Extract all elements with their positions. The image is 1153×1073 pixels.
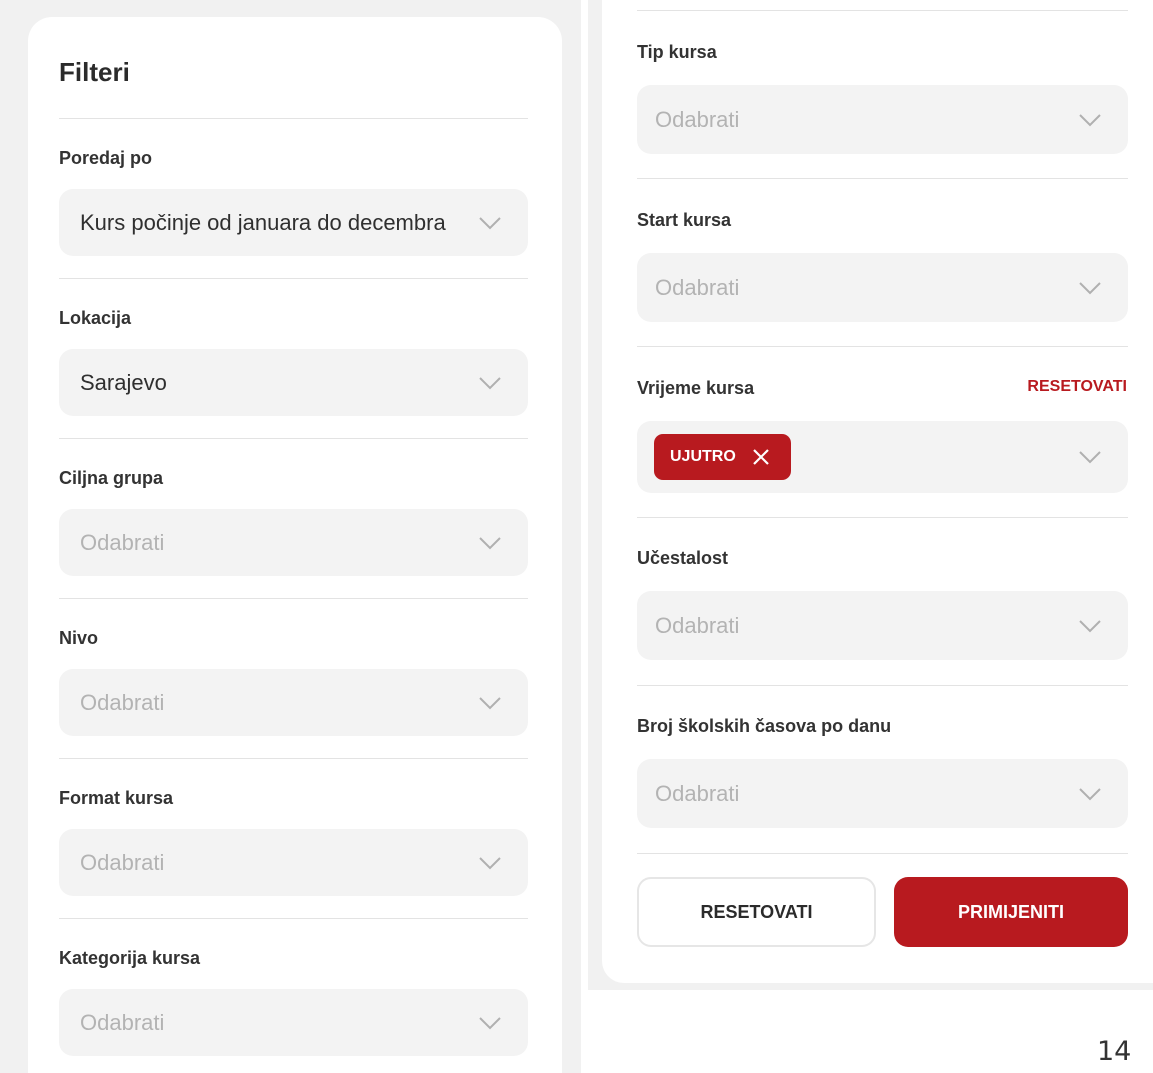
level-label: Nivo [59, 628, 99, 648]
target-group-label: Ciljna grupa [59, 468, 164, 488]
hours-per-day-placeholder: Odabrati [655, 780, 740, 806]
divider [637, 853, 1128, 854]
category-placeholder: Odabrati [80, 1009, 165, 1035]
level-select[interactable]: Odabrati [59, 669, 528, 736]
hours-per-day-select[interactable]: Odabrati [637, 759, 1128, 828]
frequency-label: Učestalost [637, 548, 729, 568]
chevron-down-icon [478, 1016, 502, 1030]
chevron-down-icon [1078, 619, 1102, 633]
course-start-placeholder: Odabrati [655, 274, 740, 300]
chevron-down-icon [478, 696, 502, 710]
divider [59, 278, 528, 279]
location-label: Lokacija [59, 308, 132, 328]
level-placeholder: Odabrati [80, 689, 165, 715]
divider [637, 346, 1128, 347]
course-time-select[interactable]: UJUTRO [637, 421, 1128, 493]
course-start-label: Start kursa [637, 210, 732, 230]
location-select[interactable]: Sarajevo [59, 349, 528, 416]
hours-per-day-label: Broj školskih časova po danu [637, 716, 892, 736]
course-time-label: Vrijeme kursa [637, 378, 755, 398]
chip-label: UJUTRO [670, 448, 736, 465]
divider [59, 918, 528, 919]
chevron-down-icon [478, 216, 502, 230]
sort-select[interactable]: Kurs počinje od januara do decembra [59, 189, 528, 256]
chevron-down-icon [1078, 450, 1102, 464]
divider [637, 178, 1128, 179]
format-select[interactable]: Odabrati [59, 829, 528, 896]
chevron-down-icon [1078, 787, 1102, 801]
course-type-placeholder: Odabrati [655, 106, 740, 132]
chevron-down-icon [1078, 113, 1102, 127]
sort-select-value: Kurs počinje od januara do decembra [80, 209, 446, 235]
divider [59, 758, 528, 759]
divider [59, 598, 528, 599]
filters-title: Filteri [59, 57, 130, 87]
format-placeholder: Odabrati [80, 849, 165, 875]
course-type-label: Tip kursa [637, 42, 717, 62]
frequency-placeholder: Odabrati [655, 612, 740, 638]
target-group-placeholder: Odabrati [80, 529, 165, 555]
chevron-down-icon [478, 376, 502, 390]
close-icon[interactable] [751, 447, 771, 467]
divider [637, 10, 1128, 11]
sort-label: Poredaj po [59, 148, 153, 168]
course-type-select[interactable]: Odabrati [637, 85, 1128, 154]
category-label: Kategorija kursa [59, 948, 201, 968]
location-select-value: Sarajevo [80, 369, 167, 395]
divider [637, 685, 1128, 686]
course-start-select[interactable]: Odabrati [637, 253, 1128, 322]
target-group-select[interactable]: Odabrati [59, 509, 528, 576]
page-number: 14 [1097, 1036, 1132, 1067]
selected-chip-ujutro: UJUTRO [654, 434, 791, 480]
format-label: Format kursa [59, 788, 174, 808]
apply-button[interactable]: PRIMIJENITI [894, 877, 1128, 947]
divider [637, 517, 1128, 518]
chevron-down-icon [1078, 281, 1102, 295]
reset-button[interactable]: RESETOVATI [637, 877, 876, 947]
divider [59, 118, 528, 119]
chevron-down-icon [478, 856, 502, 870]
category-select[interactable]: Odabrati [59, 989, 528, 1056]
divider [59, 438, 528, 439]
frequency-select[interactable]: Odabrati [637, 591, 1128, 660]
chevron-down-icon [478, 536, 502, 550]
course-time-reset-link[interactable]: RESETOVATI [1027, 378, 1127, 396]
